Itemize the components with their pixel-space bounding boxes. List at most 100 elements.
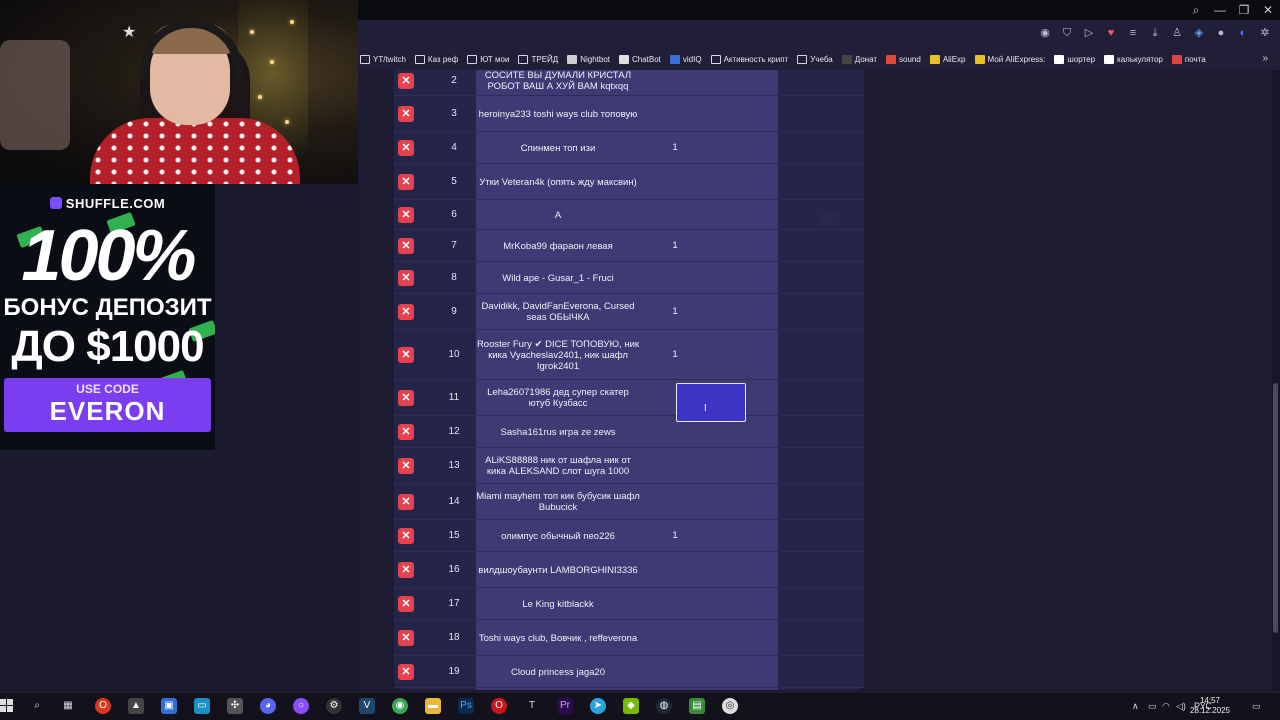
search-icon[interactable]: ⌕ (1184, 0, 1208, 20)
participant-name[interactable]: heroinya233 toshi ways club топовую (476, 109, 640, 120)
participant-name[interactable]: СОСИТЕ ВЫ ДУМАЛИ КРИСТАЛ РОБОТ ВАШ А ХУЙ… (476, 70, 640, 92)
bookmark-item[interactable]: ТРЕЙД (518, 54, 558, 64)
opera-icon[interactable]: O (491, 698, 507, 714)
photoshop-icon[interactable]: Ps (458, 698, 474, 714)
bookmark-item[interactable]: Мой AliExpress: (974, 54, 1045, 64)
bookmark-item[interactable]: Nightbot (567, 54, 610, 64)
bookmark-item[interactable]: Каз реф (414, 54, 458, 64)
participant-name[interactable]: Toshi ways club, Вовчик , reffeverona (476, 633, 640, 644)
delete-row-button[interactable]: ✕ (398, 562, 414, 578)
delete-row-button[interactable]: ✕ (398, 347, 414, 363)
bookmark-item[interactable]: vidIQ (669, 54, 702, 64)
bookmark-item[interactable]: Донат (841, 54, 877, 64)
extension-circle-icon[interactable]: ● (1214, 26, 1228, 40)
delete-row-button[interactable]: ✕ (398, 630, 414, 646)
delete-row-button[interactable]: ✕ (398, 106, 414, 122)
participant-name[interactable]: Leha26071986 дед супер скатер ютуб Кузба… (476, 387, 640, 409)
bookmark-item[interactable]: шортер (1054, 54, 1095, 64)
menu-icon[interactable]: ≡ (1126, 26, 1140, 40)
bookmark-item[interactable]: sound (886, 54, 921, 64)
app-grid-icon[interactable]: ✣ (227, 698, 243, 714)
bookmark-item[interactable]: почта (1171, 54, 1206, 64)
participant-name[interactable]: Спинмен топ изи (476, 143, 640, 154)
participant-name[interactable]: Wild ape - Gusar_1 - Fruci (476, 273, 640, 284)
bookmark-item[interactable]: ChatBot (619, 54, 661, 64)
shield-icon[interactable]: ⛉ (1060, 26, 1074, 40)
scrollbar-thumb[interactable] (1273, 383, 1278, 633)
discord-icon[interactable]: ◕ (260, 698, 276, 714)
row-value[interactable]: 1 (640, 142, 710, 153)
close-icon[interactable]: ✕ (1256, 0, 1280, 20)
app-cyan-icon[interactable]: ▭ (194, 698, 210, 714)
bookmark-item[interactable]: AliExp (929, 54, 966, 64)
row-value[interactable]: 1 (640, 240, 710, 251)
bookmark-item[interactable]: Активность крипт (710, 54, 788, 64)
participant-name[interactable]: А (476, 210, 640, 221)
steam-icon[interactable]: ◍ (656, 698, 672, 714)
delete-row-button[interactable]: ✕ (398, 528, 414, 544)
participant-name[interactable]: Утки Veteran4k (опять жду максвин) (476, 177, 640, 188)
delete-row-button[interactable]: ✕ (398, 596, 414, 612)
participant-name[interactable]: MrKoba99 фараон левая (476, 241, 640, 252)
camera-icon[interactable]: ◉ (1038, 26, 1052, 40)
restore-icon[interactable]: ❐ (1232, 0, 1256, 20)
profile-icon[interactable]: ♙ (1170, 26, 1184, 40)
page-scrollbar[interactable] (1272, 70, 1280, 690)
delete-row-button[interactable]: ✕ (398, 207, 414, 223)
volume-icon[interactable]: ◁) (1176, 701, 1186, 712)
opera-gx-icon[interactable]: O (95, 698, 111, 714)
app-blue-icon[interactable]: ▣ (161, 698, 177, 714)
delete-row-button[interactable]: ✕ (398, 390, 414, 406)
delete-row-button[interactable]: ✕ (398, 270, 414, 286)
participant-name[interactable]: Rooster Fury ✔ DICE ТОПОВУЮ, ник кика Vy… (476, 339, 640, 372)
delete-row-button[interactable]: ✕ (398, 494, 414, 510)
participant-name[interactable]: Cloud princess jaga20 (476, 667, 640, 678)
nvidia-icon[interactable]: ◆ (623, 698, 639, 714)
app-settings-icon[interactable]: ⚙ (326, 698, 342, 714)
extension-puzzle-icon[interactable]: ✲ (1258, 26, 1272, 40)
wifi-icon[interactable]: ◠ (1162, 701, 1170, 712)
app-v-icon[interactable]: V (359, 698, 375, 714)
delete-row-button[interactable]: ✕ (398, 174, 414, 190)
participant-name[interactable]: Davidikk, DavidFanEverona, Cursed seas О… (476, 301, 640, 323)
participant-name[interactable]: олимпус обычный neo226 (476, 531, 640, 542)
delete-row-button[interactable]: ✕ (398, 458, 414, 474)
obs-tool-icon[interactable]: ▲ (128, 698, 144, 714)
extension-vpn-icon[interactable]: ◈ (1192, 26, 1206, 40)
delete-row-button[interactable]: ✕ (398, 238, 414, 254)
extension-blue-icon[interactable]: ◐ (1236, 26, 1250, 40)
row-value[interactable]: 1 (640, 349, 710, 360)
bookmark-item[interactable]: YT/twitch (360, 54, 406, 64)
app-white-icon[interactable]: ◎ (722, 698, 738, 714)
tray-expand-icon[interactable]: ∧ (1132, 701, 1139, 712)
task-view-icon[interactable]: ▦ (60, 698, 76, 714)
app-t-icon[interactable]: T (524, 698, 540, 714)
participant-name[interactable]: Sasha161rus игра ze zews (476, 427, 640, 438)
search-icon[interactable]: ⌕ (29, 698, 45, 714)
bookmark-item[interactable]: калькулятор (1104, 54, 1163, 64)
minimize-icon[interactable]: — (1208, 0, 1232, 20)
download-icon[interactable]: ⤓ (1148, 26, 1162, 40)
app-purple-icon[interactable]: ○ (293, 698, 309, 714)
heart-icon[interactable]: ♥ (1104, 26, 1118, 40)
delete-row-button[interactable]: ✕ (398, 73, 414, 89)
delete-row-button[interactable]: ✕ (398, 664, 414, 680)
file-explorer-icon[interactable]: ▬ (425, 698, 441, 714)
participant-name[interactable]: вилдшоубаунти LAMBORGHINI3336 (476, 565, 640, 576)
delete-row-button[interactable]: ✕ (398, 304, 414, 320)
row-value[interactable]: 1 (640, 306, 710, 317)
notifications-icon[interactable]: ▭ (1252, 701, 1261, 712)
active-value-input[interactable] (676, 383, 746, 422)
participant-name[interactable]: Le King kitblackk (476, 599, 640, 610)
bookmark-item[interactable]: ЮТ мои (467, 54, 509, 64)
network-icon[interactable]: ▭ (1148, 701, 1157, 712)
chrome-icon[interactable]: ◉ (392, 698, 408, 714)
bookmark-item[interactable]: Учеба (797, 54, 833, 64)
delete-row-button[interactable]: ✕ (398, 140, 414, 156)
participant-name[interactable]: ALiKS88888 ник от шафла ник от кика ALEK… (476, 455, 640, 477)
delete-row-button[interactable]: ✕ (398, 424, 414, 440)
app-layers-icon[interactable]: ▤ (689, 698, 705, 714)
premiere-icon[interactable]: Pr (557, 698, 573, 714)
windows-start-icon[interactable] (0, 699, 14, 713)
telegram-icon[interactable]: ➤ (590, 698, 606, 714)
